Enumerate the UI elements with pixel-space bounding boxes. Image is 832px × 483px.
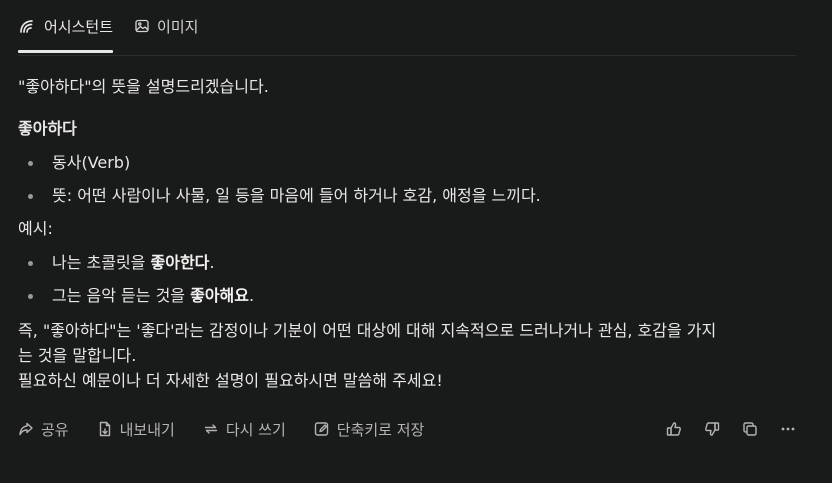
example-text: 그는 음악 듣는 것을	[52, 286, 191, 305]
answer-summary: 즉, "좋아하다"는 '좋다'라는 감정이나 기분이 어떤 대상에 대해 지속적…	[18, 318, 818, 393]
thumbs-down-icon[interactable]	[704, 421, 720, 437]
summary-line: 즉, "좋아하다"는 '좋다'라는 감정이나 기분이 어떤 대상에 대해 지속적…	[18, 321, 717, 340]
feedback-actions	[644, 421, 796, 437]
example-highlight: 좋아한다	[150, 253, 210, 272]
copy-icon[interactable]	[742, 421, 758, 437]
definition-list: 동사(Verb) 뜻: 어떤 사람이나 사물, 일 등을 마음에 들어 하거나 …	[18, 152, 818, 207]
example-suffix: .	[249, 286, 255, 305]
answer-actions: 공유 내보내기 다시 쓰기 단축키로 저장	[18, 418, 796, 440]
list-item: 뜻: 어떤 사람이나 사물, 일 등을 마음에 들어 하거나 호감, 애정을 느…	[18, 185, 818, 207]
share-label: 공유	[41, 420, 69, 439]
tab-assistant[interactable]: 어시스턴트	[18, 0, 114, 53]
export-button[interactable]: 내보내기	[97, 419, 175, 440]
list-item: 그는 음악 듣는 것을 좋아해요.	[18, 285, 818, 307]
share-icon	[18, 421, 34, 437]
tab-images[interactable]: 이미지	[135, 0, 198, 52]
refresh-icon	[203, 421, 219, 437]
example-highlight: 좋아해요	[190, 286, 249, 305]
save-shortcut-label: 단축키로 저장	[336, 420, 425, 439]
answer-intro: "좋아하다"의 뜻을 설명드리겠습니다.	[18, 77, 269, 96]
share-button[interactable]: 공유	[18, 419, 69, 440]
rewrite-label: 다시 쓰기	[225, 420, 286, 439]
example-label: 예시:	[18, 219, 53, 238]
answer-content: "좋아하다"의 뜻을 설명드리겠습니다. 좋아하다 동사(Verb) 뜻: 어떤…	[18, 76, 818, 393]
tab-images-label: 이미지	[157, 17, 199, 36]
list-item: 나는 초콜릿을 좋아한다.	[18, 252, 818, 274]
example-list: 나는 초콜릿을 좋아한다. 그는 음악 듣는 것을 좋아해요.	[18, 252, 818, 307]
export-label: 내보내기	[119, 420, 175, 439]
document-export-icon	[97, 421, 113, 437]
example-suffix: .	[209, 253, 215, 272]
save-shortcut-button[interactable]: 단축키로 저장	[314, 419, 425, 440]
edit-icon	[314, 421, 330, 437]
image-icon	[135, 19, 149, 33]
tab-assistant-label: 어시스턴트	[44, 17, 114, 36]
answer-tabs: 어시스턴트 이미지	[18, 0, 796, 56]
summary-line: 필요하신 예문이나 더 자세한 설명이 필요하시면 말씀해 주세요!	[18, 371, 443, 390]
rewrite-button[interactable]: 다시 쓰기	[203, 419, 286, 440]
list-item: 동사(Verb)	[18, 152, 818, 174]
perplexity-assistant-icon	[18, 17, 36, 35]
summary-line: 는 것을 말합니다.	[18, 346, 137, 365]
more-options-icon[interactable]	[780, 421, 796, 437]
example-text: 나는 초콜릿을	[52, 253, 151, 272]
thumbs-up-icon[interactable]	[666, 421, 682, 437]
answer-heading: 좋아하다	[18, 119, 77, 138]
